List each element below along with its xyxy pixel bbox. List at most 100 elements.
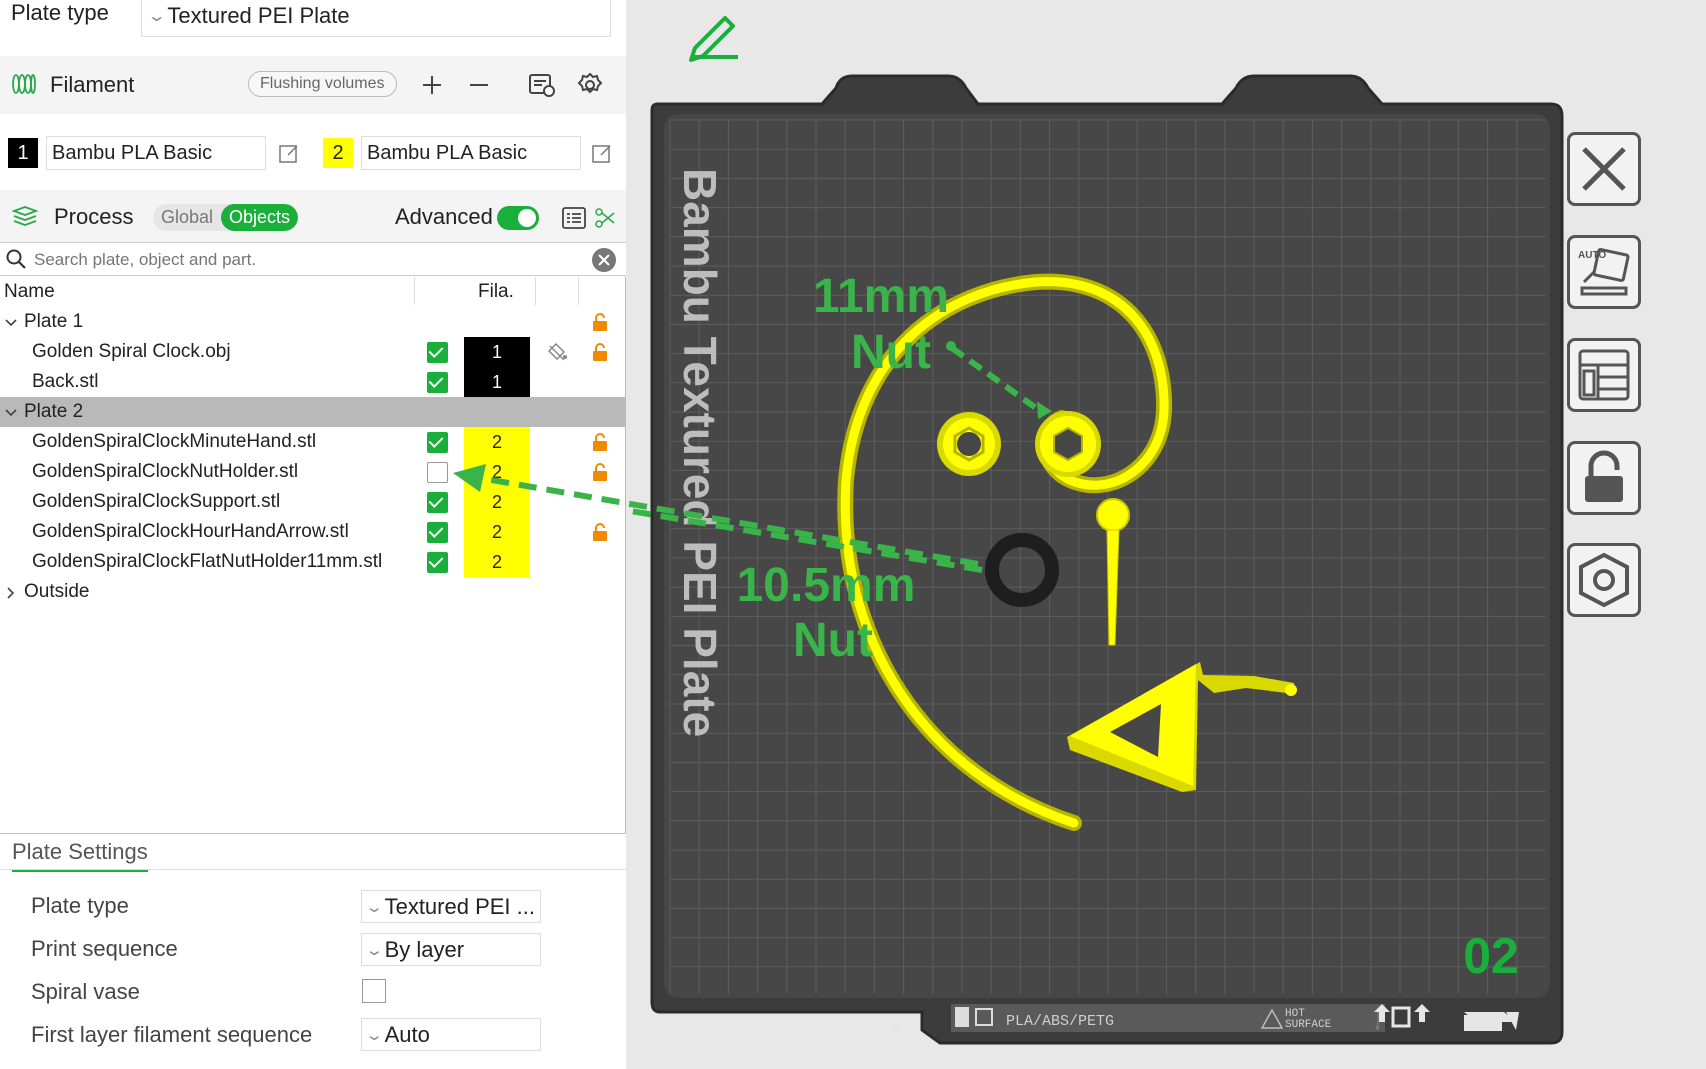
auto-orient-button[interactable]: AUTO bbox=[1567, 235, 1641, 309]
filament-title: Filament bbox=[50, 72, 135, 97]
build-plate-scene[interactable]: Bambu Textured PEI Plate 11mm Nut 10.5mm… bbox=[626, 0, 1706, 1069]
object-row[interactable]: Golden Spiral Clock.obj 1 bbox=[0, 337, 626, 367]
process-list-icon[interactable] bbox=[558, 202, 590, 234]
list-divider bbox=[0, 833, 626, 834]
spiral-vase-checkbox[interactable] bbox=[362, 979, 386, 1003]
plate-name-text: Bambu Textured PEI Plate bbox=[674, 168, 726, 737]
process-title: Process bbox=[54, 204, 134, 229]
object-name: GoldenSpiralClockSupport.stl bbox=[32, 491, 281, 512]
edit-filament-icon[interactable] bbox=[273, 138, 305, 170]
process-compare-icon[interactable] bbox=[589, 202, 621, 234]
flushing-volumes-button[interactable]: Flushing volumes bbox=[248, 71, 397, 97]
auto-orient-icon: AUTO bbox=[1578, 248, 1630, 296]
chevron-down-icon: ⌄ bbox=[364, 1026, 384, 1044]
chevron-down-icon: ⌄ bbox=[364, 898, 384, 916]
lock-plate-button[interactable] bbox=[1567, 441, 1641, 515]
plate-row[interactable]: Plate 1 bbox=[0, 307, 626, 337]
annotation-11mm-line2: Nut bbox=[851, 326, 931, 379]
hot-surface-line2: SURFACE bbox=[1285, 1019, 1332, 1031]
object-checkbox[interactable] bbox=[427, 342, 448, 363]
object-checkbox[interactable] bbox=[427, 432, 448, 453]
clear-search-icon[interactable] bbox=[592, 248, 616, 272]
object-checkbox[interactable] bbox=[427, 462, 448, 483]
plate-type-select[interactable]: ⌄ Textured PEI ... bbox=[361, 890, 541, 923]
object-checkbox[interactable] bbox=[427, 552, 448, 573]
close-plate-button[interactable] bbox=[1567, 132, 1641, 206]
filament-name-field[interactable]: Bambu PLA Basic bbox=[46, 136, 266, 170]
filament-cell[interactable]: 1 bbox=[464, 337, 530, 367]
object-row[interactable]: GoldenSpiralClockSupport.stl 2 bbox=[0, 487, 626, 517]
unlock-icon[interactable] bbox=[592, 433, 608, 451]
annotation-105mm-line2: Nut bbox=[793, 614, 873, 667]
unlock-icon[interactable] bbox=[592, 463, 608, 481]
global-objects-switch[interactable]: Global Objects bbox=[153, 204, 299, 231]
object-checkbox[interactable] bbox=[427, 522, 448, 543]
plate-settings-button[interactable] bbox=[1567, 543, 1641, 617]
tab-divider bbox=[0, 869, 626, 870]
filament-cell[interactable]: 2 bbox=[464, 427, 530, 457]
filament-cell[interactable]: 2 bbox=[464, 457, 530, 487]
filament-cell[interactable]: 2 bbox=[464, 487, 530, 517]
filament-icon bbox=[11, 73, 37, 100]
object-row[interactable]: GoldenSpiralClockMinuteHand.stl 2 bbox=[0, 427, 626, 457]
advanced-toggle[interactable] bbox=[497, 206, 539, 230]
plate-name: Plate 1 bbox=[24, 311, 84, 332]
chevron-right-icon[interactable] bbox=[4, 584, 18, 606]
hexagon-settings-icon bbox=[1579, 552, 1629, 608]
object-name: GoldenSpiralClockFlatNutHolder11mm.stl bbox=[32, 551, 383, 572]
object-row[interactable]: GoldenSpiralClockHourHandArrow.stl 2 bbox=[0, 517, 626, 547]
first-layer-sequence-label: First layer filament sequence bbox=[31, 1022, 313, 1047]
edit-filament-icon[interactable] bbox=[586, 138, 618, 170]
filament-cell[interactable]: 1 bbox=[464, 367, 530, 397]
arrange-layout-button[interactable] bbox=[1567, 338, 1641, 412]
plate-type-setting-label: Plate type bbox=[31, 893, 129, 918]
filament-header: Filament Flushing volumes bbox=[0, 56, 626, 114]
annotation-105mm-line1: 10.5mm bbox=[737, 559, 916, 612]
paint-bucket-icon[interactable] bbox=[546, 342, 568, 368]
object-search-bar bbox=[0, 242, 626, 276]
plate-type-dropdown[interactable]: ⌄ Textured PEI Plate bbox=[141, 0, 611, 37]
object-name: GoldenSpiralClockHourHandArrow.stl bbox=[32, 521, 349, 542]
object-row[interactable]: GoldenSpiralClockNutHolder.stl 2 bbox=[0, 457, 626, 487]
object-row[interactable]: Back.stl 1 bbox=[0, 367, 626, 397]
filament-cell[interactable]: 2 bbox=[464, 517, 530, 547]
filament-cell[interactable]: 2 bbox=[464, 547, 530, 577]
filament-name-field[interactable]: Bambu PLA Basic bbox=[361, 136, 581, 170]
remove-filament-icon[interactable] bbox=[463, 69, 495, 101]
add-filament-icon[interactable] bbox=[416, 69, 448, 101]
filament-settings-gear-icon[interactable] bbox=[574, 69, 606, 101]
3d-viewport[interactable]: Bambu Textured PEI Plate 11mm Nut 10.5mm… bbox=[626, 0, 1706, 1069]
unlock-icon[interactable] bbox=[592, 523, 608, 541]
objects-tab[interactable]: Objects bbox=[221, 204, 299, 231]
fila-column-header[interactable]: Fila. bbox=[478, 281, 514, 303]
chevron-down-icon: ⌄ bbox=[364, 941, 384, 959]
filament-index-badge: 1 bbox=[8, 138, 38, 168]
sidebar-panel: Plate type ⌄ Textured PEI Plate Filament… bbox=[0, 0, 626, 1069]
plate-type-label: Plate type bbox=[11, 0, 109, 25]
spiral-vase-label: Spiral vase bbox=[31, 979, 140, 1004]
name-column-header[interactable]: Name bbox=[4, 281, 55, 303]
chevron-down-icon[interactable] bbox=[4, 314, 18, 336]
edit-pencil-icon[interactable] bbox=[689, 16, 738, 62]
object-name: Back.stl bbox=[32, 371, 99, 392]
global-tab[interactable]: Global bbox=[153, 204, 221, 231]
chevron-down-icon: ⌄ bbox=[146, 7, 167, 25]
object-checkbox[interactable] bbox=[427, 492, 448, 513]
filament-sync-icon[interactable] bbox=[526, 69, 558, 101]
group-row[interactable]: Outside bbox=[0, 577, 626, 607]
lock-icon bbox=[1585, 450, 1623, 502]
first-layer-sequence-select[interactable]: ⌄ Auto bbox=[361, 1018, 541, 1051]
object-row[interactable]: GoldenSpiralClockFlatNutHolder11mm.stl 2 bbox=[0, 547, 626, 577]
object-name: GoldenSpiralClockNutHolder.stl bbox=[32, 461, 299, 482]
layout-icon bbox=[1578, 349, 1630, 401]
search-input[interactable] bbox=[34, 247, 574, 273]
unlock-icon[interactable] bbox=[592, 343, 608, 361]
print-sequence-select[interactable]: ⌄ By layer bbox=[361, 933, 541, 966]
unlock-icon[interactable] bbox=[592, 313, 608, 331]
advanced-label: Advanced bbox=[395, 204, 493, 229]
object-checkbox[interactable] bbox=[427, 372, 448, 393]
plate-settings-tab[interactable]: Plate Settings bbox=[12, 839, 148, 872]
plate-row[interactable]: Plate 2 bbox=[0, 397, 626, 427]
process-icon bbox=[11, 205, 39, 232]
chevron-down-icon[interactable] bbox=[4, 404, 18, 426]
